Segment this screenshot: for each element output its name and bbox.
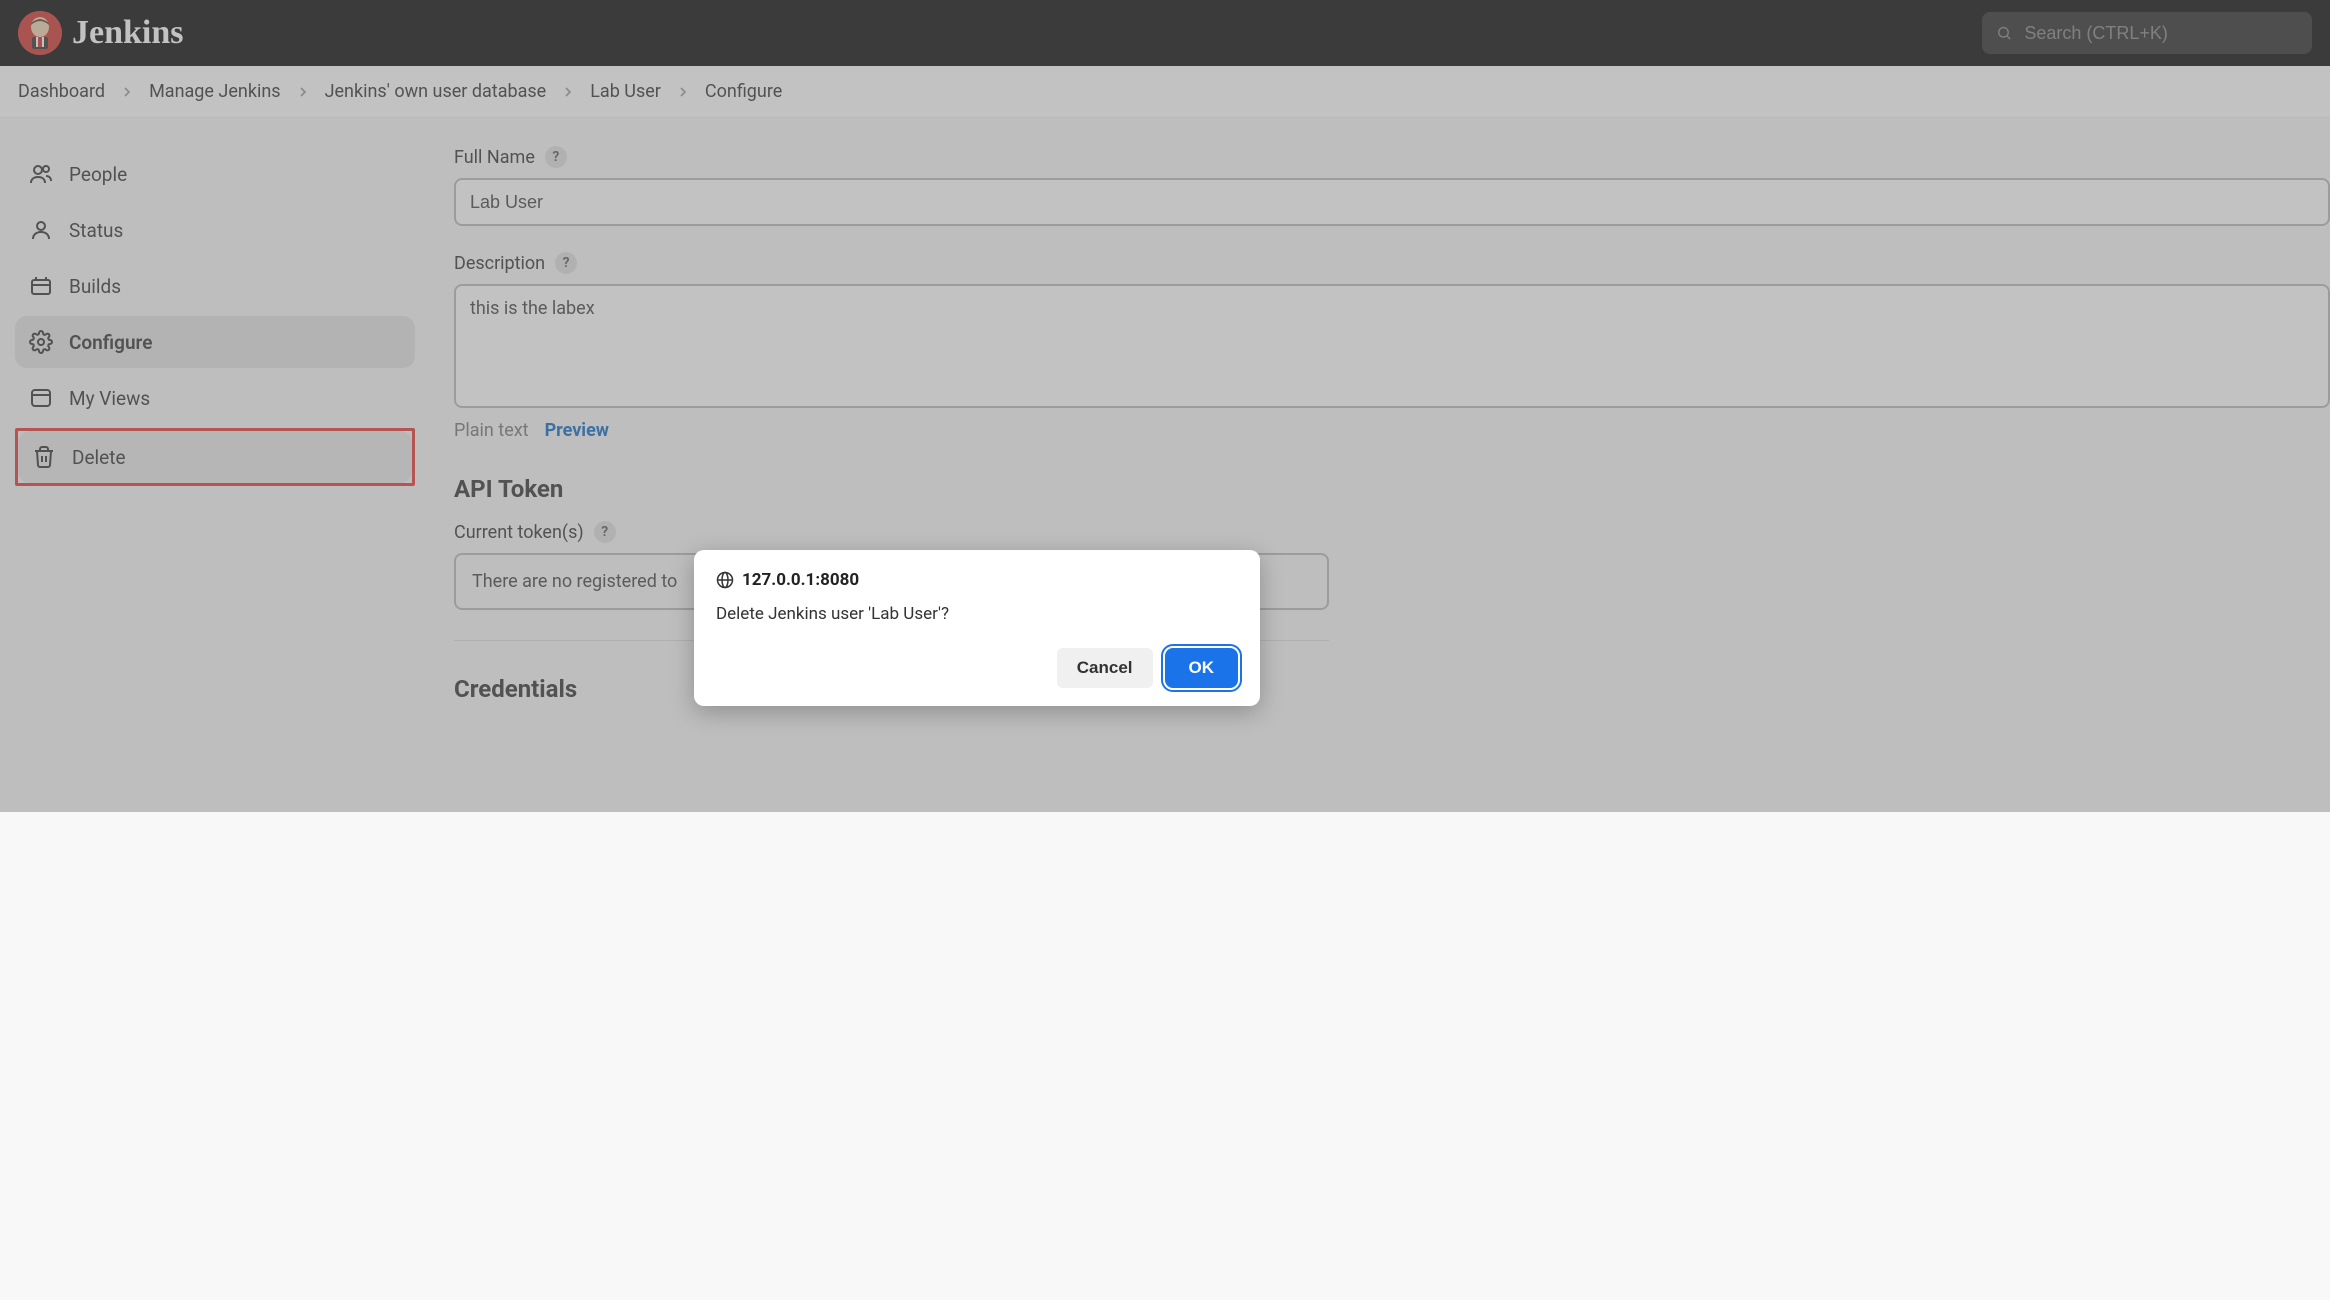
dialog-origin-text: 127.0.0.1:8080 — [742, 570, 859, 590]
confirm-dialog: 127.0.0.1:8080 Delete Jenkins user 'Lab … — [694, 550, 1260, 706]
ok-button[interactable]: OK — [1165, 648, 1239, 688]
dialog-message: Delete Jenkins user 'Lab User'? — [716, 604, 1238, 624]
globe-icon — [716, 571, 734, 589]
cancel-button[interactable]: Cancel — [1057, 648, 1153, 688]
